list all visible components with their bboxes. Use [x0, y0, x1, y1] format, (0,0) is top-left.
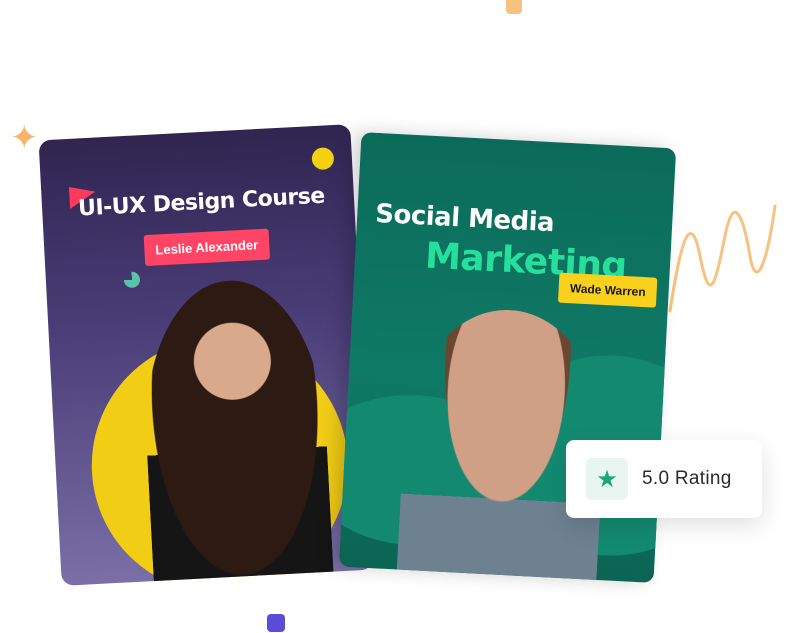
decorative-square-top — [506, 0, 522, 14]
course-title-line1: Social Media — [374, 198, 555, 239]
instructor-name-tag: Leslie Alexander — [143, 228, 270, 267]
squiggle-decoration — [668, 204, 777, 313]
course-card-ui-ux[interactable]: UI-UX Design Course Leslie Alexander — [38, 124, 374, 586]
rating-label: 5.0 Rating — [642, 468, 732, 489]
pie-decoration-icon — [123, 271, 141, 289]
star-icon: ★ — [586, 458, 628, 500]
decorative-square-bottom — [267, 614, 285, 632]
instructor-name-tag: Wade Warren — [558, 272, 658, 308]
rating-badge: ★ 5.0 Rating — [566, 440, 762, 518]
course-title: UI-UX Design Course — [77, 183, 326, 222]
yellow-dot-decoration — [311, 147, 335, 171]
instructor-photo — [138, 276, 335, 586]
